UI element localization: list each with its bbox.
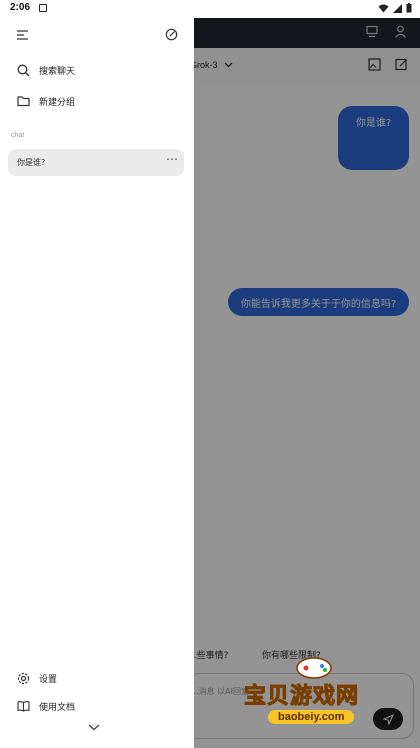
status-time: 2:06 <box>10 2 31 13</box>
gamepad-mascot-icon <box>296 657 332 679</box>
battery-icon <box>406 3 412 13</box>
wifi-icon <box>378 4 389 12</box>
collapse-sidebar-icon[interactable] <box>16 29 29 41</box>
search-chats-item[interactable]: 搜索聊天 <box>0 56 194 84</box>
watermark-brand: 宝贝游戏网 <box>243 684 360 710</box>
chat-list-item[interactable]: 你是谁? ⋯ <box>8 149 184 176</box>
docs-item[interactable]: 使用文档 <box>0 692 194 720</box>
search-icon <box>17 64 29 76</box>
system-icons <box>378 3 412 13</box>
watermark-url: baobeiy.com <box>268 710 355 724</box>
status-bar: 2:06 <box>0 0 420 18</box>
edit-icon[interactable] <box>165 28 178 41</box>
navigation-drawer: 搜索聊天 新建分组 chat 你是谁? ⋯ 设置 使用文档 <box>0 18 194 748</box>
docs-label: 使用文档 <box>39 702 76 713</box>
search-chats-label: 搜索聊天 <box>39 66 76 77</box>
watermark-logo: 宝贝游戏网 baobeiy.com <box>243 656 394 736</box>
notification-icon <box>39 4 47 12</box>
chat-title: 你是谁? <box>17 158 46 167</box>
section-label: chat <box>11 132 25 139</box>
chevron-down-icon[interactable] <box>88 724 100 731</box>
folder-icon <box>16 96 30 107</box>
more-options-icon[interactable]: ⋯ <box>166 152 178 166</box>
book-icon <box>16 701 30 712</box>
new-group-item[interactable]: 新建分组 <box>0 87 194 115</box>
new-group-label: 新建分组 <box>39 97 76 108</box>
gear-icon <box>17 672 29 684</box>
settings-item[interactable]: 设置 <box>0 664 194 692</box>
settings-label: 设置 <box>39 674 58 685</box>
signal-icon <box>393 3 402 13</box>
